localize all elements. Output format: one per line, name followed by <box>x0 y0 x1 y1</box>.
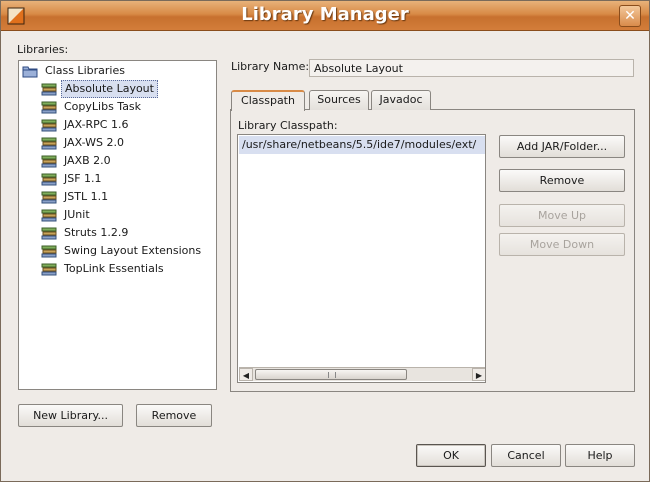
window-title: Library Manager <box>241 4 409 25</box>
library-item-label: JUnit <box>64 208 90 221</box>
scrollbar-thumb[interactable] <box>255 369 407 380</box>
library-books-icon <box>41 245 57 258</box>
library-item-label: JAXB 2.0 <box>64 154 111 167</box>
cancel-button[interactable]: Cancel <box>491 444 561 467</box>
tab-classpath[interactable]: Classpath <box>231 90 305 111</box>
remove-classpath-button[interactable]: Remove <box>499 169 625 192</box>
new-library-button[interactable]: New Library... <box>18 404 123 427</box>
move-down-button[interactable]: Move Down <box>499 233 625 256</box>
library-books-icon <box>41 119 57 132</box>
scroll-left-icon[interactable]: ◀ <box>239 368 253 381</box>
remove-library-button[interactable]: Remove <box>136 404 212 427</box>
horizontal-scrollbar[interactable]: ◀ ▶ <box>239 367 485 381</box>
library-name-label: Library Name: <box>231 60 310 73</box>
library-item-label: Absolute Layout <box>61 80 158 98</box>
libraries-tree[interactable]: Class Libraries Absolute Layout CopyLibs … <box>18 60 217 390</box>
library-books-icon <box>41 209 57 222</box>
library-name-field[interactable]: Absolute Layout <box>309 59 634 77</box>
library-manager-window: Library Manager ✕ Libraries: Class Libra… <box>0 0 650 482</box>
libraries-label: Libraries: <box>17 43 69 56</box>
library-books-icon <box>41 191 57 204</box>
classpath-list[interactable]: /usr/share/netbeans/5.5/ide7/modules/ext… <box>237 134 486 383</box>
classpath-entry[interactable]: /usr/share/netbeans/5.5/ide7/modules/ext… <box>239 136 485 154</box>
tab-javadoc[interactable]: Javadoc <box>371 90 431 110</box>
library-item-label: Struts 1.2.9 <box>64 226 129 239</box>
title-bar[interactable]: Library Manager ✕ <box>1 1 649 31</box>
help-button[interactable]: Help <box>565 444 635 467</box>
grip-icon <box>328 372 336 378</box>
library-item-label: JAX-WS 2.0 <box>64 136 124 149</box>
library-item-label: JSF 1.1 <box>64 172 102 185</box>
library-item-label: JSTL 1.1 <box>64 190 109 203</box>
library-books-icon <box>41 155 57 168</box>
library-books-icon <box>41 173 57 186</box>
library-books-icon <box>41 137 57 150</box>
tab-sources[interactable]: Sources <box>309 90 369 110</box>
library-item-label: TopLink Essentials <box>64 262 164 275</box>
library-books-icon <box>41 83 57 96</box>
tree-root-label: Class Libraries <box>45 64 125 77</box>
library-books-icon <box>41 263 57 276</box>
ok-button[interactable]: OK <box>416 444 486 467</box>
library-item-label: CopyLibs Task <box>64 100 142 113</box>
close-button[interactable]: ✕ <box>619 5 641 27</box>
close-icon: ✕ <box>624 8 636 24</box>
add-jar-folder-button[interactable]: Add JAR/Folder... <box>499 135 625 158</box>
folder-icon <box>22 66 38 78</box>
move-up-button[interactable]: Move Up <box>499 204 625 227</box>
scroll-right-icon[interactable]: ▶ <box>472 368 485 381</box>
library-classpath-label: Library Classpath: <box>238 119 338 132</box>
library-item-label: JAX-RPC 1.6 <box>64 118 129 131</box>
library-item-label: Swing Layout Extensions <box>64 244 202 257</box>
library-books-icon <box>41 101 57 114</box>
library-books-icon <box>41 227 57 240</box>
